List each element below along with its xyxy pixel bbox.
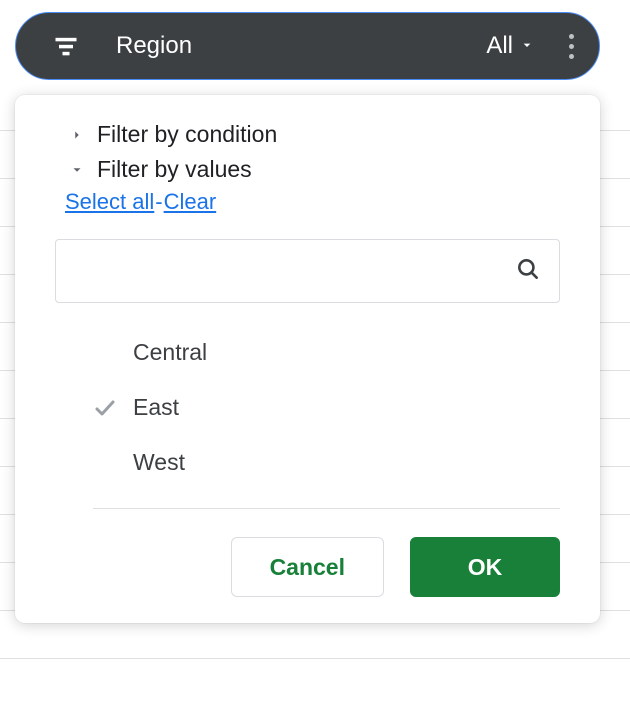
- search-box[interactable]: [55, 239, 560, 303]
- value-list: Central East West: [15, 315, 600, 498]
- caret-down-icon: [519, 32, 535, 60]
- filter-by-values-label: Filter by values: [97, 156, 252, 183]
- value-item[interactable]: Central: [15, 325, 600, 380]
- filter-by-values-toggle[interactable]: Filter by values: [15, 152, 600, 187]
- ok-button[interactable]: OK: [410, 537, 560, 597]
- value-label: East: [133, 394, 179, 421]
- cancel-button[interactable]: Cancel: [231, 537, 384, 597]
- clear-link[interactable]: Clear: [164, 189, 217, 214]
- kebab-menu-icon[interactable]: [557, 26, 585, 66]
- value-item[interactable]: East: [15, 380, 600, 435]
- select-all-link[interactable]: Select all: [65, 189, 154, 214]
- select-clear-links: Select all-Clear: [15, 187, 600, 225]
- caret-down-icon: [65, 163, 89, 177]
- filter-by-condition-toggle[interactable]: Filter by condition: [15, 117, 600, 152]
- check-icon: [93, 396, 133, 420]
- slicer-chip[interactable]: Region All: [15, 12, 600, 80]
- filter-icon: [50, 30, 82, 62]
- slicer-summary-dropdown[interactable]: All: [486, 32, 535, 60]
- slicer-summary-label: All: [486, 32, 513, 60]
- filter-popup: Filter by condition Filter by values Sel…: [15, 95, 600, 623]
- filter-by-condition-label: Filter by condition: [97, 121, 277, 148]
- search-input[interactable]: [74, 259, 515, 284]
- value-label: Central: [133, 339, 207, 366]
- link-separator: -: [155, 189, 162, 214]
- search-icon: [515, 256, 541, 287]
- caret-right-icon: [65, 128, 89, 142]
- value-label: West: [133, 449, 185, 476]
- value-item[interactable]: West: [15, 435, 600, 490]
- button-row: Cancel OK: [15, 509, 600, 597]
- slicer-field-label: Region: [116, 32, 486, 60]
